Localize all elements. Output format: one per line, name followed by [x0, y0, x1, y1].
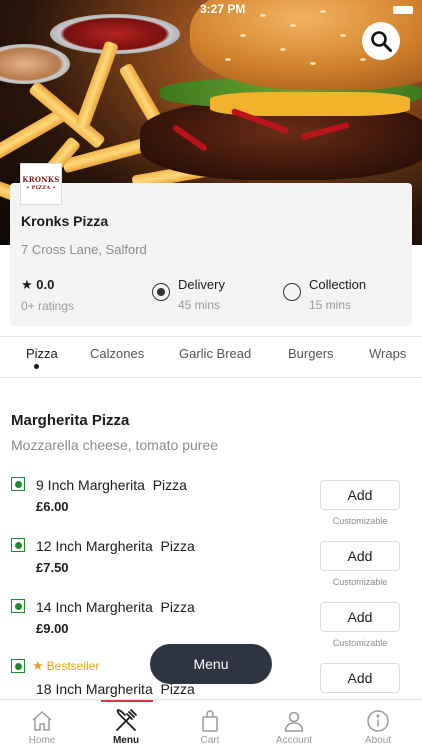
tab-garlic-bread[interactable]: Garlic Bread [179, 346, 251, 361]
delivery-time: 45 mins [178, 298, 221, 312]
star-icon: ★ [21, 277, 33, 292]
sesame-seed [310, 62, 316, 65]
category-tabs: Pizza Calzones Garlic Bread Burgers Wrap… [0, 336, 422, 378]
bestseller-badge: ★ Bestseller [32, 658, 99, 674]
add-button[interactable]: Add [320, 663, 400, 693]
active-tab-indicator [34, 364, 39, 369]
logo-text: KRONKS [22, 175, 60, 184]
radio-selected-dot [157, 288, 165, 296]
menu-item: 9 Inch Margherita Pizza £6.00 Add Custom… [0, 476, 422, 536]
nav-home-label: Home [28, 735, 56, 746]
menu-item: 12 Inch Margherita Pizza £7.50 Add Custo… [0, 537, 422, 597]
sesame-seed [260, 14, 266, 17]
status-time: 3:27 PM [200, 2, 246, 16]
add-button[interactable]: Add [320, 602, 400, 632]
sesame-seed [320, 10, 326, 13]
search-icon [371, 31, 392, 52]
tab-wraps[interactable]: Wraps [369, 346, 406, 361]
collection-time: 15 mins [309, 298, 352, 312]
sesame-seed [340, 34, 346, 37]
collection-radio[interactable] [283, 283, 301, 301]
shopping-bag-icon [202, 710, 218, 732]
nav-about-label: About [364, 735, 392, 746]
nav-menu-label: Menu [112, 735, 140, 746]
tab-calzones[interactable]: Calzones [90, 346, 144, 361]
nav-account[interactable]: Account [252, 700, 336, 750]
bottom-navigation: Home Menu Cart Account About [0, 699, 422, 750]
sesame-seed [280, 48, 286, 51]
item-price: £7.50 [36, 560, 69, 575]
bestseller-label: Bestseller [46, 659, 100, 673]
sesame-seed [360, 58, 366, 61]
user-icon [284, 711, 304, 732]
item-price: £6.00 [36, 499, 69, 514]
nav-home[interactable]: Home [0, 700, 84, 750]
nav-account-label: Account [275, 735, 313, 746]
rating-number: 0.0 [36, 277, 55, 292]
collection-label: Collection [309, 277, 367, 292]
sesame-seed [240, 34, 246, 37]
customizable-label: Customizable [332, 516, 388, 526]
fry [75, 40, 119, 130]
restaurant-logo: KRONKS • PIZZA • [20, 163, 62, 205]
tab-pizza[interactable]: Pizza [26, 346, 58, 361]
add-button[interactable]: Add [320, 480, 400, 510]
delivery-label: Delivery [178, 277, 225, 292]
add-button[interactable]: Add [320, 541, 400, 571]
bestseller-star-icon: ★ [32, 658, 44, 673]
home-icon [32, 710, 52, 731]
search-button[interactable] [362, 22, 400, 60]
customizable-label: Customizable [332, 638, 388, 648]
dip-bowl [0, 44, 70, 84]
restaurant-name: Kronks Pizza [21, 213, 109, 229]
rating-block: ★ 0.0 0+ ratings [21, 277, 74, 313]
restaurant-address: 7 Cross Lane, Salford [21, 242, 147, 257]
ratings-count: 0+ ratings [21, 299, 75, 313]
delivery-option[interactable]: Delivery 45 mins [152, 277, 225, 312]
veg-icon [11, 538, 25, 552]
veg-icon [11, 659, 25, 673]
sesame-seed [225, 58, 231, 61]
info-icon [367, 710, 389, 732]
item-price: £9.00 [36, 621, 69, 636]
sesame-seed [290, 24, 296, 27]
nav-menu[interactable]: Menu [84, 700, 168, 750]
menu-fab-button[interactable]: Menu [150, 644, 272, 684]
section-description: Mozzarella cheese, tomato puree [11, 437, 218, 453]
customizable-label: Customizable [332, 577, 388, 587]
item-name: 9 Inch Margherita Pizza [36, 477, 187, 493]
delivery-radio[interactable] [152, 283, 170, 301]
logo-subtext: • PIZZA • [26, 185, 56, 191]
battery-icon [393, 6, 413, 14]
restaurant-card: KRONKS • PIZZA • Kronks Pizza 7 Cross La… [10, 163, 412, 326]
item-name: 12 Inch Margherita Pizza [36, 538, 195, 554]
nav-cart-label: Cart [200, 735, 220, 746]
rating-value: ★ 0.0 [21, 277, 74, 293]
collection-option[interactable]: Collection 15 mins [283, 277, 366, 312]
nav-cart[interactable]: Cart [168, 700, 252, 750]
veg-icon [11, 599, 25, 613]
nav-about[interactable]: About [336, 700, 420, 750]
section-title: Margherita Pizza [11, 412, 130, 429]
fork-knife-icon [116, 709, 137, 731]
tab-burgers[interactable]: Burgers [288, 346, 334, 361]
veg-icon [11, 477, 25, 491]
item-name: 14 Inch Margherita Pizza [36, 599, 195, 615]
